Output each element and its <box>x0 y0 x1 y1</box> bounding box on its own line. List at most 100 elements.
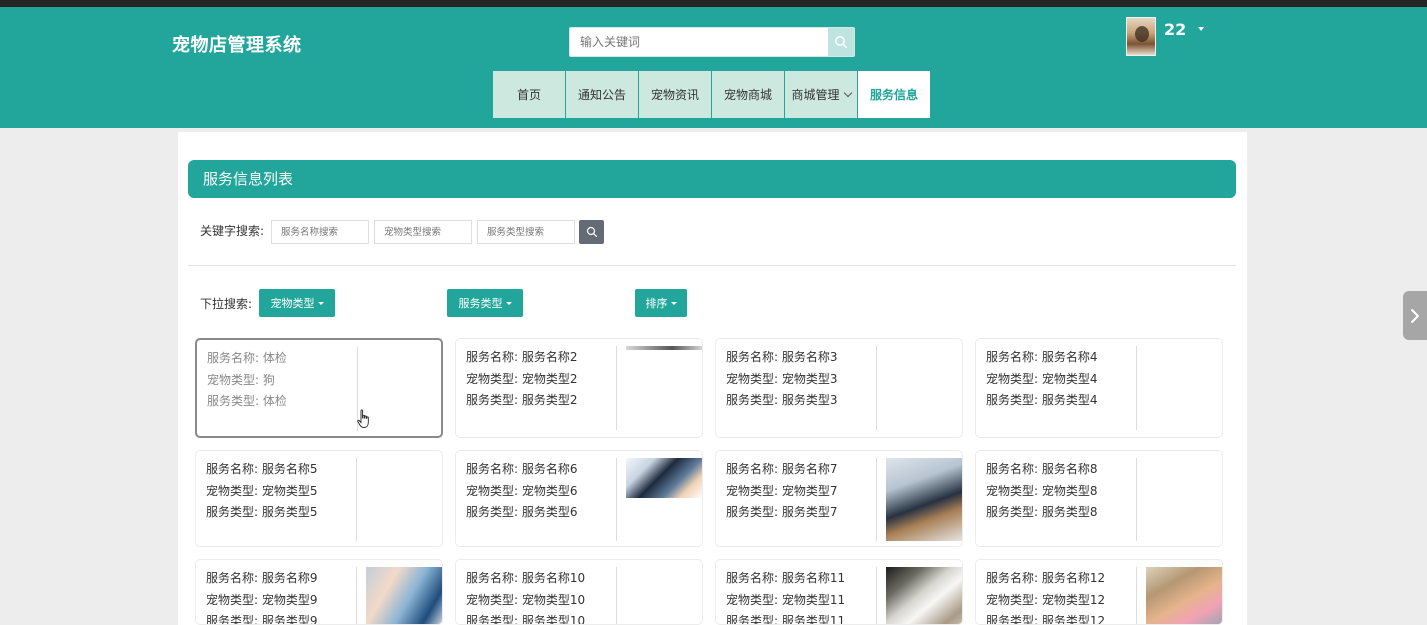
service-name: 服务名称: 服务名称11 <box>726 571 846 585</box>
service-name: 服务名称: 服务名称10 <box>466 571 586 585</box>
caret-down-icon <box>317 301 324 305</box>
service-type-search-input[interactable] <box>477 220 575 244</box>
service-card[interactable]: 服务名称: 服务名称12 宠物类型: 宠物类型12 服务类型: 服务类型12 <box>975 559 1223 625</box>
service-card[interactable]: 服务名称: 服务名称3 宠物类型: 宠物类型3 服务类型: 服务类型3 <box>715 338 963 438</box>
dropdown-label: 服务类型 <box>458 297 503 310</box>
pet-type: 宠物类型: 宠物类型8 <box>986 483 1098 498</box>
nav-item-notices[interactable]: 通知公告 <box>566 71 638 118</box>
service-name: 服务名称: 服务名称3 <box>726 350 838 364</box>
chevron-right-icon <box>1411 308 1419 323</box>
nav-item-home[interactable]: 首页 <box>493 71 565 118</box>
service-name: 服务名称: 体检 <box>207 351 287 365</box>
service-type: 服务类型: 服务类型11 <box>726 614 846 625</box>
service-type: 服务类型: 服务类型10 <box>466 614 586 625</box>
pet-type: 宠物类型: 宠物类型12 <box>986 592 1106 607</box>
pet-type: 宠物类型: 宠物类型9 <box>206 592 318 607</box>
nav-item-label: 商城管理 <box>791 88 840 102</box>
service-image <box>1146 567 1222 624</box>
nav-item-label: 首页 <box>516 88 541 102</box>
service-type: 服务类型: 服务类型6 <box>466 505 578 519</box>
card-separator <box>876 458 877 541</box>
card-separator <box>616 346 617 430</box>
service-type: 服务类型: 体检 <box>207 394 287 408</box>
side-panel-toggle[interactable] <box>1403 291 1427 340</box>
service-card[interactable]: 服务名称: 服务名称2 宠物类型: 宠物类型2 服务类型: 服务类型2 <box>455 338 703 438</box>
service-name: 服务名称: 服务名称12 <box>986 571 1106 585</box>
service-type-dropdown[interactable]: 服务类型 <box>447 289 523 317</box>
nav-item-service-info[interactable]: 服务信息 <box>858 71 930 118</box>
card-separator <box>876 567 877 624</box>
main-nav: 首页 通知公告 宠物资讯 宠物商城 商城管理 服务信息 <box>493 71 931 118</box>
header-scalloped-edge <box>0 124 1427 132</box>
service-card[interactable]: 服务名称: 服务名称4 宠物类型: 宠物类型4 服务类型: 服务类型4 <box>975 338 1223 438</box>
service-card[interactable]: 服务名称: 服务名称8 宠物类型: 宠物类型8 服务类型: 服务类型8 <box>975 450 1223 547</box>
site-brand[interactable]: 宠物店管理系统 <box>172 31 302 57</box>
service-name: 服务名称: 服务名称9 <box>206 571 318 585</box>
service-image <box>626 458 702 498</box>
caret-down-icon[interactable] <box>1198 27 1204 31</box>
pet-type-dropdown[interactable]: 宠物类型 <box>259 289 335 317</box>
nav-item-label: 通知公告 <box>577 88 626 102</box>
hand-cursor-icon <box>357 409 369 428</box>
card-separator <box>1136 567 1137 624</box>
page-title: 服务信息列表 <box>188 160 1236 198</box>
nav-item-label: 宠物资讯 <box>650 88 699 102</box>
pet-type: 宠物类型: 宠物类型5 <box>206 483 318 498</box>
pet-type: 宠物类型: 宠物类型3 <box>726 371 838 386</box>
card-separator <box>616 567 617 624</box>
nav-item-label: 服务信息 <box>869 88 918 102</box>
username[interactable]: 22 <box>1164 20 1186 39</box>
sort-dropdown[interactable]: 排序 <box>635 289 687 317</box>
service-card[interactable]: 服务名称: 服务名称7 宠物类型: 宠物类型7 服务类型: 服务类型7 <box>715 450 963 547</box>
keyword-search-label: 关键字搜索: <box>200 224 265 238</box>
pet-type: 宠物类型: 狗 <box>207 372 275 387</box>
search-icon <box>835 36 848 49</box>
service-card[interactable]: 服务名称: 服务名称11 宠物类型: 宠物类型11 服务类型: 服务类型11 <box>715 559 963 625</box>
service-name-search-input[interactable] <box>271 220 369 244</box>
nav-item-mall-management[interactable]: 商城管理 <box>785 71 857 118</box>
service-type: 服务类型: 服务类型3 <box>726 393 838 407</box>
divider <box>188 265 1236 266</box>
dropdown-search-label: 下拉搜索: <box>200 297 253 311</box>
service-name: 服务名称: 服务名称7 <box>726 462 838 476</box>
nav-item-pet-mall[interactable]: 宠物商城 <box>712 71 784 118</box>
card-separator <box>1136 458 1137 541</box>
nav-item-pet-news[interactable]: 宠物资讯 <box>639 71 711 118</box>
chevron-down-icon <box>843 88 852 98</box>
nav-item-label: 宠物商城 <box>723 88 772 102</box>
dropdown-label: 宠物类型 <box>270 297 315 310</box>
avatar[interactable] <box>1126 17 1156 56</box>
service-type: 服务类型: 服务类型7 <box>726 505 838 519</box>
card-separator <box>876 346 877 430</box>
pet-type-search-input[interactable] <box>374 220 472 244</box>
service-type: 服务类型: 服务类型9 <box>206 614 318 625</box>
caret-down-icon <box>670 301 677 305</box>
pet-type: 宠物类型: 宠物类型7 <box>726 483 838 498</box>
card-separator <box>356 458 357 541</box>
service-card[interactable]: 服务名称: 服务名称10 宠物类型: 宠物类型10 服务类型: 服务类型10 <box>455 559 703 625</box>
service-image <box>886 567 962 624</box>
pet-type: 宠物类型: 宠物类型6 <box>466 483 578 498</box>
dropdown-label: 排序 <box>645 297 668 310</box>
service-name: 服务名称: 服务名称2 <box>466 350 578 364</box>
service-image <box>366 567 442 624</box>
header-search-button[interactable] <box>828 28 854 56</box>
pet-type: 宠物类型: 宠物类型10 <box>466 592 586 607</box>
caret-down-icon <box>505 301 512 305</box>
keyword-search-button[interactable] <box>579 220 604 244</box>
service-name: 服务名称: 服务名称8 <box>986 462 1098 476</box>
service-name: 服务名称: 服务名称6 <box>466 462 578 476</box>
service-card[interactable]: 服务名称: 服务名称6 宠物类型: 宠物类型6 服务类型: 服务类型6 <box>455 450 703 547</box>
service-type: 服务类型: 服务类型2 <box>466 393 578 407</box>
card-separator <box>616 458 617 541</box>
service-card[interactable]: 服务名称: 体检 宠物类型: 狗 服务类型: 体检 <box>195 338 443 438</box>
service-image <box>626 346 702 350</box>
service-name: 服务名称: 服务名称4 <box>986 350 1098 364</box>
header-search-input[interactable] <box>570 28 830 56</box>
service-type: 服务类型: 服务类型8 <box>986 505 1098 519</box>
pet-type: 宠物类型: 宠物类型4 <box>986 371 1098 386</box>
pet-type: 宠物类型: 宠物类型11 <box>726 592 846 607</box>
service-card[interactable]: 服务名称: 服务名称5 宠物类型: 宠物类型5 服务类型: 服务类型5 <box>195 450 443 547</box>
service-card[interactable]: 服务名称: 服务名称9 宠物类型: 宠物类型9 服务类型: 服务类型9 <box>195 559 443 625</box>
search-icon <box>586 226 597 238</box>
